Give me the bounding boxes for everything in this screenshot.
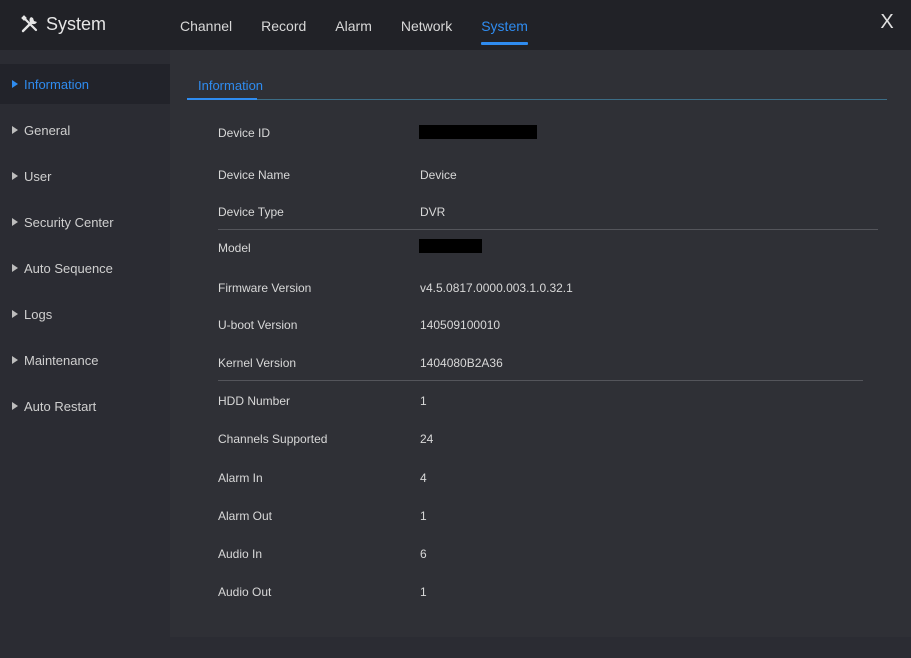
triangle-right-icon bbox=[12, 218, 18, 226]
sidebar-item-maintenance[interactable]: Maintenance bbox=[0, 340, 170, 380]
row-label: Audio In bbox=[218, 547, 263, 561]
row-label: Device ID bbox=[218, 126, 271, 140]
sidebar-item-label: Security Center bbox=[24, 214, 114, 230]
row-value: 1 bbox=[420, 394, 427, 408]
app-title-text: System bbox=[46, 13, 107, 34]
row-value: 24 bbox=[420, 432, 434, 446]
row-label: Audio Out bbox=[218, 585, 272, 599]
sidebar-item-security-center[interactable]: Security Center bbox=[0, 202, 170, 242]
redacted-value bbox=[419, 125, 537, 139]
info-row-audio-in: Audio In 6 bbox=[218, 544, 878, 564]
top-tabs: Channel Record Alarm Network System bbox=[180, 0, 557, 50]
row-value: 4 bbox=[420, 471, 427, 485]
tab-alarm[interactable]: Alarm bbox=[335, 0, 372, 34]
triangle-right-icon bbox=[12, 264, 18, 272]
row-value: 140509100010 bbox=[420, 318, 501, 332]
info-row-model: Model bbox=[218, 238, 878, 258]
sidebar-item-label: Logs bbox=[24, 306, 53, 322]
tab-system[interactable]: System bbox=[481, 0, 528, 45]
row-label: Device Name bbox=[218, 168, 291, 182]
triangle-right-icon bbox=[12, 172, 18, 180]
close-icon[interactable]: X bbox=[877, 12, 897, 32]
row-divider bbox=[218, 229, 878, 230]
info-row-device-id: Device ID bbox=[218, 123, 878, 143]
row-label: Kernel Version bbox=[218, 356, 297, 370]
app-title: System bbox=[20, 11, 106, 37]
content-panel: Information Device ID Device Name Device… bbox=[170, 50, 911, 637]
top-bar: System Channel Record Alarm Network Syst… bbox=[0, 0, 911, 50]
bottom-bar bbox=[0, 637, 911, 658]
row-label: Alarm Out bbox=[218, 509, 273, 523]
tab-channel[interactable]: Channel bbox=[180, 0, 232, 34]
triangle-right-icon bbox=[12, 80, 18, 88]
row-value: Device bbox=[420, 168, 457, 182]
row-label: Firmware Version bbox=[218, 281, 312, 295]
sidebar-item-label: Maintenance bbox=[24, 352, 99, 368]
sidebar-item-general[interactable]: General bbox=[0, 110, 170, 150]
triangle-right-icon bbox=[12, 356, 18, 364]
info-row-channels-supported: Channels Supported 24 bbox=[218, 429, 878, 449]
sidebar-item-auto-sequence[interactable]: Auto Sequence bbox=[0, 248, 170, 288]
info-row-alarm-out: Alarm Out 1 bbox=[218, 506, 878, 526]
triangle-right-icon bbox=[12, 126, 18, 134]
row-label: Model bbox=[218, 241, 251, 255]
subtab-active-indicator bbox=[187, 98, 257, 100]
row-label: HDD Number bbox=[218, 394, 291, 408]
info-row-device-type: Device Type DVR bbox=[218, 202, 878, 222]
sidebar: Information General User Security Center… bbox=[0, 50, 170, 637]
info-row-alarm-in: Alarm In 4 bbox=[218, 468, 878, 488]
info-row-kernel-version: Kernel Version 1404080B2A36 bbox=[218, 353, 878, 373]
info-row-audio-out: Audio Out 1 bbox=[218, 582, 878, 602]
row-value: 1 bbox=[420, 509, 427, 523]
row-label: Device Type bbox=[218, 205, 284, 219]
row-value: v4.5.0817.0000.003.1.0.32.1 bbox=[420, 281, 573, 295]
tab-network[interactable]: Network bbox=[401, 0, 452, 34]
info-row-firmware-version: Firmware Version v4.5.0817.0000.003.1.0.… bbox=[218, 278, 878, 298]
redacted-value bbox=[419, 239, 482, 253]
info-row-hdd-number: HDD Number 1 bbox=[218, 391, 878, 411]
row-value: DVR bbox=[420, 205, 446, 219]
row-label: Channels Supported bbox=[218, 432, 328, 446]
subtab-divider bbox=[187, 99, 887, 100]
sidebar-item-label: General bbox=[24, 122, 71, 138]
sidebar-item-label: Auto Restart bbox=[24, 398, 97, 414]
subtab-information[interactable]: Information bbox=[198, 78, 263, 93]
tab-record[interactable]: Record bbox=[261, 0, 306, 34]
sidebar-item-user[interactable]: User bbox=[0, 156, 170, 196]
info-row-uboot-version: U-boot Version 140509100010 bbox=[218, 315, 878, 335]
sidebar-item-information[interactable]: Information bbox=[0, 64, 170, 104]
triangle-right-icon bbox=[12, 402, 18, 410]
triangle-right-icon bbox=[12, 310, 18, 318]
info-row-device-name: Device Name Device bbox=[218, 165, 878, 185]
row-label: Alarm In bbox=[218, 471, 263, 485]
sidebar-item-auto-restart[interactable]: Auto Restart bbox=[0, 386, 170, 426]
sidebar-item-label: Auto Sequence bbox=[24, 260, 113, 276]
tools-icon bbox=[21, 15, 38, 33]
row-value: 1404080B2A36 bbox=[420, 356, 503, 370]
sidebar-item-label: Information bbox=[24, 76, 90, 92]
row-value: 6 bbox=[420, 547, 427, 561]
row-value: 1 bbox=[420, 585, 427, 599]
row-divider bbox=[218, 380, 863, 381]
row-label: U-boot Version bbox=[218, 318, 298, 332]
sidebar-item-label: User bbox=[24, 168, 52, 184]
sidebar-item-logs[interactable]: Logs bbox=[0, 294, 170, 334]
